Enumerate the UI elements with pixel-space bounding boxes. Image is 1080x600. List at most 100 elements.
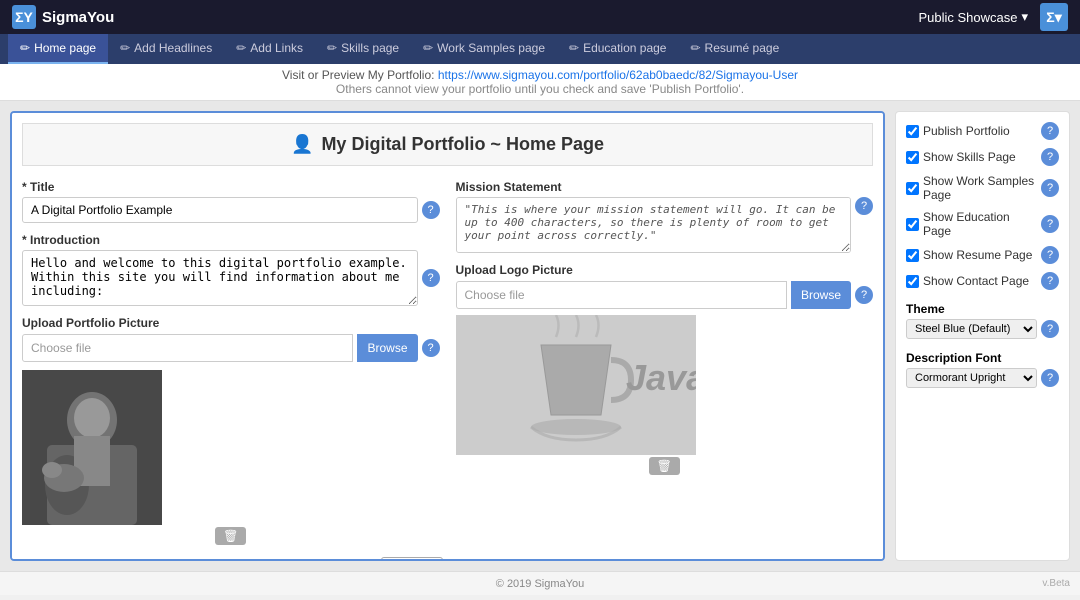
tab-education[interactable]: ✏ Education page [557,34,678,64]
portfolio-file-row: Choose file Browse ? [22,334,440,362]
tab-links-icon: ✏ [236,41,246,55]
theme-section: Theme Steel Blue (Default) Ocean Blue Fo… [906,302,1059,339]
logo-choose-file: Choose file [465,288,525,302]
brand-logo[interactable]: ΣY SigmaYou [12,5,114,29]
title-help-icon[interactable]: ? [422,201,440,219]
font-select[interactable]: Cormorant Upright Arial Times New Roman … [906,368,1037,388]
user-menu[interactable]: Σ ▾ [1040,3,1068,31]
logo-file-display: Choose file [456,281,787,309]
show-resume-help-icon[interactable]: ? [1041,246,1059,264]
show-education-label: Show Education Page [923,210,1037,238]
form-actions: Save or Cancel [22,557,873,561]
portfolio-file-display: Choose file [22,334,353,362]
logo-browse-button[interactable]: Browse [791,281,851,309]
sigma-logo-icon: Σ [1046,9,1054,25]
tab-work-samples[interactable]: ✏ Work Samples page [411,34,557,64]
tab-skills[interactable]: ✏ Skills page [315,34,411,64]
show-resume-row: Show Resume Page ? [906,246,1059,264]
show-education-help-icon[interactable]: ? [1041,215,1059,233]
footer: © 2019 SigmaYou v.Beta [0,571,1080,595]
brand-name: SigmaYou [42,9,114,26]
show-education-row: Show Education Page ? [906,210,1059,238]
tab-edu-label: Education page [583,41,666,55]
title-input-row: ? [22,197,440,223]
form-columns: * Title ? * Introduction Hello and welco… [22,180,873,545]
user-dropdown-arrow: ▾ [1055,9,1062,26]
show-work-checkbox[interactable] [906,182,919,195]
navbar-right: Public Showcase ▾ Σ ▾ [918,3,1068,31]
publish-help-icon[interactable]: ? [1041,122,1059,140]
publish-portfolio-checkbox[interactable] [906,125,919,138]
tab-home[interactable]: ✏ Home page [8,34,108,64]
tab-resume-icon: ✏ [690,41,700,55]
show-skills-checkbox[interactable] [906,151,919,164]
intro-help-icon[interactable]: ? [422,269,440,287]
portfolio-photo-delete-button[interactable]: 🗑 [215,527,246,545]
intro-label: * Introduction [22,233,440,247]
upload-portfolio-label: Upload Portfolio Picture [22,316,440,330]
footer-copyright: © 2019 SigmaYou [496,578,584,590]
java-logo-delete-bar: 🗑 [456,457,874,475]
save-button[interactable]: Save [381,557,442,561]
mission-help-icon[interactable]: ? [855,197,873,215]
tab-headlines-label: Add Headlines [134,41,212,55]
title-label: * Title [22,180,440,194]
mission-field-group: Mission Statement "This is where your mi… [456,180,874,253]
public-showcase-label: Public Showcase [918,10,1017,25]
portfolio-header-title: My Digital Portfolio ~ Home Page [321,134,604,155]
intro-field-group: * Introduction Hello and welcome to this… [22,233,440,306]
font-select-row: Cormorant Upright Arial Times New Roman … [906,368,1059,388]
tab-home-icon: ✏ [20,41,30,55]
title-input[interactable] [22,197,418,223]
tab-resume[interactable]: ✏ Resumé page [678,34,791,64]
java-logo-container: Java [456,315,696,455]
logo-upload-help-icon[interactable]: ? [855,286,873,304]
public-showcase-dropdown[interactable]: Public Showcase ▾ [918,9,1028,25]
sigma-icon: ΣY [12,5,36,29]
portfolio-url-link[interactable]: https://www.sigmayou.com/portfolio/62ab0… [438,68,798,82]
portfolio-header: 👤 My Digital Portfolio ~ Home Page [22,123,873,166]
visit-text: Visit or Preview My Portfolio: [282,68,435,82]
main-content: 👤 My Digital Portfolio ~ Home Page * Tit… [0,101,1080,571]
intro-textarea[interactable]: Hello and welcome to this digital portfo… [22,250,418,306]
tab-headlines-icon: ✏ [120,41,130,55]
show-work-label: Show Work Samples Page [923,174,1037,202]
mission-label: Mission Statement [456,180,874,194]
dropdown-arrow-icon: ▾ [1021,9,1028,25]
title-field-group: * Title ? [22,180,440,223]
tab-work-icon: ✏ [423,41,433,55]
show-contact-checkbox[interactable] [906,275,919,288]
tab-home-label: Home page [34,41,96,55]
portfolio-browse-button[interactable]: Browse [357,334,417,362]
upload-logo-label: Upload Logo Picture [456,263,874,277]
infobar: Visit or Preview My Portfolio: https://w… [0,64,1080,101]
publish-portfolio-label: Publish Portfolio [923,124,1037,138]
mission-textarea[interactable]: "This is where your mission statement wi… [456,197,852,253]
theme-select-row: Steel Blue (Default) Ocean Blue Forest G… [906,319,1059,339]
center-panel: 👤 My Digital Portfolio ~ Home Page * Tit… [10,111,885,561]
show-contact-row: Show Contact Page ? [906,272,1059,290]
theme-help-icon[interactable]: ? [1041,320,1059,338]
right-panel: Publish Portfolio ? Show Skills Page ? S… [895,111,1070,561]
upload-logo-section: Upload Logo Picture Choose file Browse ? [456,263,874,475]
show-skills-help-icon[interactable]: ? [1041,148,1059,166]
form-right-col: Mission Statement "This is where your mi… [456,180,874,545]
font-help-icon[interactable]: ? [1041,369,1059,387]
show-education-checkbox[interactable] [906,218,919,231]
footer-version: v.Beta [1042,578,1070,589]
portfolio-upload-help-icon[interactable]: ? [422,339,440,357]
show-contact-label: Show Contact Page [923,274,1037,288]
tab-links[interactable]: ✏ Add Links [224,34,315,64]
show-work-help-icon[interactable]: ? [1041,179,1059,197]
show-resume-label: Show Resume Page [923,248,1037,262]
theme-select[interactable]: Steel Blue (Default) Ocean Blue Forest G… [906,319,1037,339]
tab-links-label: Add Links [250,41,303,55]
show-work-row: Show Work Samples Page ? [906,174,1059,202]
java-logo-delete-button[interactable]: 🗑 [649,457,680,475]
show-resume-checkbox[interactable] [906,249,919,262]
logo-file-row: Choose file Browse ? [456,281,874,309]
tabbar: ✏ Home page ✏ Add Headlines ✏ Add Links … [0,34,1080,64]
tab-headlines[interactable]: ✏ Add Headlines [108,34,224,64]
tab-resume-label: Resumé page [705,41,780,55]
show-contact-help-icon[interactable]: ? [1041,272,1059,290]
